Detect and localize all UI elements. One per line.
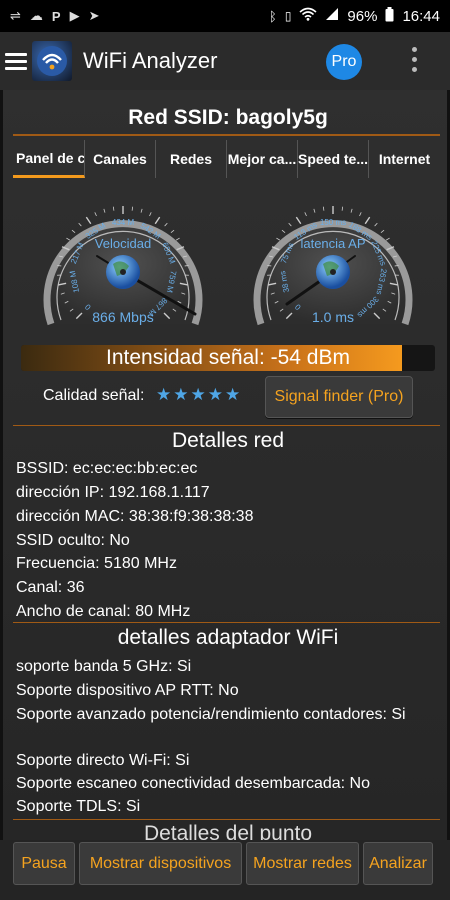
gauge-tick [341,206,344,211]
adapter-details-title: detalles adaptador WiFi [117,626,339,649]
gauge-tick [112,206,115,211]
usb-icon: ⇌ [10,8,21,23]
signal-strength-bar: Intensidad señal: -54 dBm [21,345,435,371]
ip-address-text: dirección IP: 192.168.1.117 [16,484,210,501]
gauge-tick [170,229,175,233]
gauge-tick [374,222,378,227]
clock: 16:44 [402,7,440,25]
signal-quality-stars: ★ ★ ★ ★ ★ [156,385,240,405]
star-icon: ★ [156,385,172,404]
notification-icons: ⇌ ☁ P ▶ ➤ [10,8,99,24]
pro-button[interactable]: Pro [326,44,362,80]
tdls-support-text: Soporte TDLS: Si [16,798,141,815]
channel-text: Canal: 36 [16,579,85,596]
gauge-tick [288,222,292,227]
mac-address-text: dirección MAC: 38:38:f9:38:38:38 [16,508,254,525]
star-icon: ★ [225,385,241,404]
gauge-tick [313,208,316,213]
gauge-tick [359,212,362,217]
wifi-direct-support-text: Soporte directo Wi-Fi: Si [16,752,190,769]
bluetooth-icon: ᛒ [269,8,277,24]
star-icon: ★ [190,385,206,404]
tab-bar: Panel de c Canales Redes Mejor ca... Spe… [13,140,440,178]
menu-icon[interactable] [5,52,27,70]
gauge-tick [380,229,385,233]
tab-internet[interactable]: Internet [369,140,440,178]
power-counters-support-text: Soporte avanzado potencia/rendimiento co… [16,706,406,723]
pause-button[interactable]: Pausa [13,842,75,885]
gauge-tick [140,208,143,213]
telegram-icon: ➤ [88,8,100,23]
overflow-menu-icon[interactable] [409,47,419,72]
cell-signal-icon [325,7,339,25]
divider [13,622,440,623]
gauge-tick [295,216,302,225]
battery-level: 96% [347,7,378,25]
signal-strength-text: Intensidad señal: -54 dBm [106,346,350,369]
gauge-tick-label: 434 M [112,218,135,227]
tab-channels[interactable]: Canales [85,140,156,178]
paypal-icon: P [51,8,61,24]
speed-value: 866 Mbps [92,309,154,325]
show-networks-button[interactable]: Mostrar redes [246,842,359,885]
gauge-tick [350,208,353,213]
gauge-tick [94,212,97,217]
tab-networks[interactable]: Redes [156,140,227,178]
hidden-ssid-text: SSID oculto: No [16,532,130,549]
5ghz-support-text: soporte banda 5 GHz: Si [16,658,192,675]
latency-gauge: 0 38 ms 75 ms 113 ms 150 ms 188 ms 225 ms 263 m… [247,192,419,332]
gauge-tick [71,229,76,233]
gauge-tick [85,216,92,225]
ssid-title: Red SSID: bagoly5g [128,106,328,129]
wifi-icon [299,7,317,25]
gauge-tick [281,229,286,233]
system-icons: ᛒ ▯ 96% 16:44 [269,6,440,26]
bssid-text: BSSID: ec:ec:ec:bb:ec:ec [16,460,198,477]
gauge-tick [149,212,152,217]
gauge-tick [364,216,371,225]
play-store-icon: ▶ [69,8,80,23]
signal-quality-label: Calidad señal: [43,387,145,404]
signal-finder-button[interactable]: Signal finder (Pro) [265,376,413,418]
star-icon: ★ [207,385,223,404]
cloud-icon: ☁ [29,8,43,23]
divider [13,425,440,426]
access-point-details-title: Detalles del punto [143,822,313,840]
gauge-tick [154,216,161,225]
speed-gauge: 0 108 M 217 M 325 M 434 M 542 M 650 M 759 M 867 … [37,192,209,332]
speed-gauge-label: Velocidad [94,236,152,251]
gauge-tick [131,206,134,211]
tab-best-channel[interactable]: Mejor ca... [227,140,298,178]
gauge-tick [78,222,82,227]
latency-value: 1.0 ms [311,309,354,325]
analyze-button[interactable]: Analizar [363,842,433,885]
app-title: WiFi Analyzer [83,48,218,73]
frequency-text: Frecuencia: 5180 MHz [16,555,177,572]
star-icon: ★ [173,385,189,404]
status-bar: ⇌ ☁ P ▶ ➤ ᛒ ▯ 96% 16:44 [0,0,450,32]
bottom-toolbar: Pausa Mostrar dispositivos Mostrar redes… [0,840,450,900]
show-devices-button[interactable]: Mostrar dispositivos [79,842,242,885]
gauge-tick [103,208,106,213]
offloaded-scan-support-text: Soporte escaneo conectividad desembarcad… [16,775,370,792]
latency-gauge-label: latencia AP [300,236,366,251]
network-details-title: Detalles red [171,429,285,452]
gauge-tick [304,212,307,217]
battery-icon [385,6,394,26]
gauge-tick [164,222,168,227]
dashboard-panel: Red SSID: bagoly5g Panel de c Canales Re… [0,90,450,840]
ap-rtt-support-text: Soporte dispositivo AP RTT: No [16,682,239,699]
gauge-tick [322,206,325,211]
divider [13,819,440,820]
channel-width-text: Ancho de canal: 80 MHz [16,603,191,620]
vibrate-icon: ▯ [284,9,292,23]
app-logo [32,41,72,81]
gauge-tick-label: 150 ms [320,218,346,227]
tab-speed-test[interactable]: Speed te... [298,140,369,178]
tab-dashboard[interactable]: Panel de c [13,140,85,178]
app-bar: WiFi Analyzer Pro [0,32,450,90]
divider [13,134,440,136]
